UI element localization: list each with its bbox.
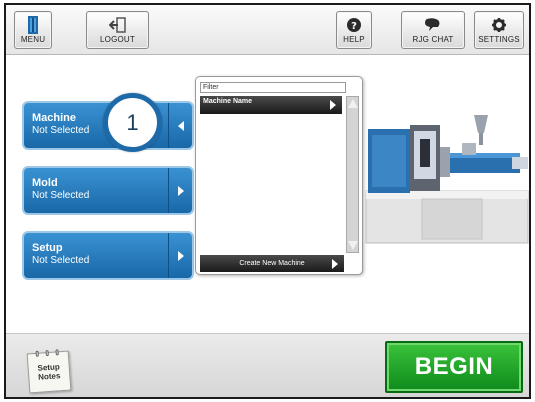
- setup-selector-title: Setup: [32, 242, 63, 254]
- machine-selector-title: Machine: [32, 112, 77, 124]
- setup-selector-button[interactable]: Setup Not Selected: [24, 233, 192, 278]
- chat-icon: [425, 18, 440, 31]
- logout-icon: [108, 17, 126, 33]
- create-new-machine-button[interactable]: Create New Machine: [200, 255, 344, 272]
- machine-name-header[interactable]: Machine Name: [200, 96, 342, 114]
- logout-button[interactable]: LOGOUT: [86, 11, 149, 49]
- mold-selector-status: Not Selected: [32, 190, 90, 201]
- mold-selector-button[interactable]: Mold Not Selected: [24, 168, 192, 213]
- setup-notes-label: Setup Notes: [37, 362, 61, 382]
- list-scrollbar[interactable]: [346, 96, 359, 253]
- rjg-chat-button[interactable]: RJG CHAT: [401, 11, 465, 49]
- help-icon: ?: [347, 18, 361, 32]
- menu-icon: [28, 16, 38, 34]
- svg-text:?: ?: [351, 21, 357, 32]
- setup-expand-arrow[interactable]: [168, 233, 192, 278]
- sort-arrow-icon: [330, 100, 336, 110]
- settings-button[interactable]: SETTINGS: [474, 11, 524, 49]
- app-window: MENU LOGOUT ? HELP RJG CHAT SETTINGS Mac…: [4, 3, 531, 399]
- menu-button[interactable]: MENU: [14, 11, 52, 49]
- mold-selector-title: Mold: [32, 177, 58, 189]
- help-button[interactable]: ? HELP: [336, 11, 372, 49]
- help-label: HELP: [343, 35, 365, 44]
- injection-molding-machine-image: [365, 115, 529, 244]
- menu-label: MENU: [20, 35, 46, 44]
- create-new-machine-label: Create New Machine: [239, 260, 305, 267]
- top-toolbar: MENU LOGOUT ? HELP RJG CHAT SETTINGS: [6, 5, 529, 55]
- settings-label: SETTINGS: [478, 35, 520, 44]
- machine-selector-status: Not Selected: [32, 125, 90, 136]
- chevron-right-icon: [177, 250, 184, 261]
- gear-icon: [492, 18, 506, 32]
- machine-name-header-label: Machine Name: [203, 98, 253, 105]
- chevron-right-icon: [332, 259, 338, 269]
- scroll-down-icon[interactable]: [348, 241, 358, 250]
- bottom-bar: Setup Notes BEGIN: [6, 333, 529, 397]
- scroll-up-icon[interactable]: [348, 99, 358, 108]
- begin-button[interactable]: BEGIN: [385, 341, 523, 393]
- logout-label: LOGOUT: [100, 35, 135, 44]
- setup-selector-status: Not Selected: [32, 255, 90, 266]
- rjg-chat-label: RJG CHAT: [412, 35, 454, 44]
- filter-input[interactable]: Filter: [200, 82, 346, 93]
- machine-collapse-arrow[interactable]: [168, 103, 192, 148]
- step-number-badge: 1: [103, 93, 162, 152]
- chevron-right-icon: [177, 185, 184, 196]
- mold-expand-arrow[interactable]: [168, 168, 192, 213]
- chevron-left-icon: [177, 120, 184, 131]
- machine-dropdown-panel: Filter Machine Name Create New Machine: [195, 76, 363, 275]
- setup-notes-button[interactable]: Setup Notes: [26, 349, 72, 394]
